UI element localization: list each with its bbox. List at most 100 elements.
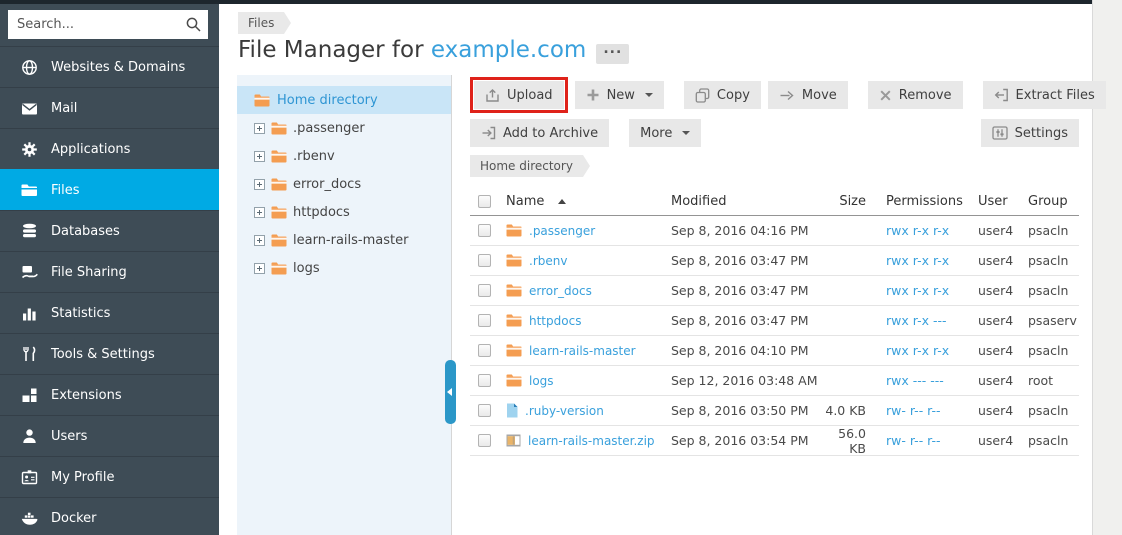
permissions-link[interactable]: rwx --- ---	[886, 373, 944, 388]
search-icon[interactable]	[185, 16, 202, 37]
select-all-checkbox[interactable]	[478, 195, 491, 208]
user-cell: user4	[970, 403, 1020, 418]
folder-icon	[506, 284, 522, 297]
file-name-link[interactable]: .passenger	[529, 224, 595, 238]
gear-icon	[20, 141, 38, 158]
permissions-link[interactable]: rwx r-x r-x	[886, 253, 949, 268]
row-checkbox[interactable]	[478, 344, 491, 357]
arrow-right-icon	[779, 89, 795, 102]
id-card-icon	[20, 469, 38, 485]
column-header-user[interactable]: User	[970, 194, 1020, 209]
modified-cell: Sep 8, 2016 03:47 PM	[671, 253, 821, 268]
new-button[interactable]: New	[575, 81, 664, 109]
domain-link[interactable]: example.com	[431, 37, 586, 63]
permissions-link[interactable]: rwx r-x r-x	[886, 283, 949, 298]
expand-plus-icon[interactable]	[254, 179, 265, 190]
extract-files-button[interactable]: Extract Files	[983, 81, 1106, 109]
file-name-link[interactable]: learn-rails-master	[529, 344, 636, 358]
sidebar-item-file-sharing[interactable]: File Sharing	[0, 251, 219, 292]
tree-item-passenger[interactable]: .passenger	[237, 114, 451, 142]
row-checkbox[interactable]	[478, 224, 491, 237]
permissions-link[interactable]: rwx r-x r-x	[886, 223, 949, 238]
row-checkbox[interactable]	[478, 314, 491, 327]
sidebar-item-docker[interactable]: Docker	[0, 497, 219, 535]
breadcrumb-files[interactable]: Files	[238, 12, 284, 34]
tree-item-home-directory[interactable]: Home directory	[237, 86, 451, 114]
sidebar-item-users[interactable]: Users	[0, 415, 219, 456]
file-name-link[interactable]: error_docs	[529, 284, 592, 298]
file-name-link[interactable]: .rbenv	[529, 254, 567, 268]
tree-item-logs[interactable]: logs	[237, 254, 451, 282]
settings-button[interactable]: Settings	[981, 119, 1079, 147]
column-header-name[interactable]: Name	[506, 194, 671, 209]
row-checkbox[interactable]	[478, 404, 491, 417]
file-name-link[interactable]: logs	[529, 374, 554, 388]
user-cell: user4	[970, 283, 1020, 298]
row-select-cell	[470, 374, 506, 387]
permissions-link[interactable]: rwx r-x r-x	[886, 343, 949, 358]
column-header-modified[interactable]: Modified	[671, 194, 821, 209]
tree-item-learn-rails-master[interactable]: learn-rails-master	[237, 226, 451, 254]
sidebar-item-label: Applications	[51, 142, 130, 157]
sidebar-item-mail[interactable]: Mail	[0, 87, 219, 128]
row-checkbox[interactable]	[478, 254, 491, 267]
sidebar-item-label: Users	[51, 429, 87, 444]
expand-plus-icon[interactable]	[254, 235, 265, 246]
chevron-down-icon	[645, 93, 653, 97]
group-cell: psacln	[1020, 283, 1076, 298]
folder-icon	[20, 183, 38, 197]
title-more-button[interactable]: ...	[596, 44, 629, 64]
add-to-archive-button[interactable]: Add to Archive	[470, 119, 609, 147]
sidebar-item-applications[interactable]: Applications	[0, 128, 219, 169]
permissions-cell: rwx r-x r-x	[878, 283, 970, 298]
permissions-link[interactable]: rw- r-- r--	[886, 403, 941, 418]
user-cell: user4	[970, 253, 1020, 268]
permissions-link[interactable]: rwx r-x ---	[886, 313, 947, 328]
file-name-link[interactable]: learn-rails-master.zip	[528, 434, 655, 448]
docker-whale-icon	[20, 511, 38, 526]
file-name-link[interactable]: .ruby-version	[525, 404, 604, 418]
zip-archive-icon	[506, 433, 521, 448]
more-button[interactable]: More	[629, 119, 701, 147]
remove-button[interactable]: Remove	[868, 81, 963, 109]
group-cell: psacln	[1020, 403, 1076, 418]
tree-item-error-docs[interactable]: error_docs	[237, 170, 451, 198]
group-cell: psacln	[1020, 253, 1076, 268]
sidebar-item-files[interactable]: Files	[0, 169, 219, 210]
folder-icon	[506, 344, 522, 357]
expand-plus-icon[interactable]	[254, 207, 265, 218]
row-checkbox[interactable]	[478, 374, 491, 387]
plesk-window: Websites & Domains Mail Applications Fil…	[0, 0, 1093, 535]
row-checkbox[interactable]	[478, 284, 491, 297]
sidebar-item-my-profile[interactable]: My Profile	[0, 456, 219, 497]
permissions-cell: rwx r-x r-x	[878, 253, 970, 268]
sidebar-item-websites-domains[interactable]: Websites & Domains	[0, 46, 219, 87]
row-checkbox[interactable]	[478, 434, 491, 447]
tree-item-httpdocs[interactable]: httpdocs	[237, 198, 451, 226]
sidebar-item-databases[interactable]: Databases	[0, 210, 219, 251]
sidebar-item-extensions[interactable]: Extensions	[0, 374, 219, 415]
column-header-size[interactable]: Size	[821, 194, 878, 209]
folder-icon	[271, 206, 287, 219]
sidebar-item-statistics[interactable]: Statistics	[0, 292, 219, 333]
user-cell: user4	[970, 433, 1020, 448]
new-label: New	[607, 88, 635, 103]
name-cell: .passenger	[506, 224, 671, 238]
move-button[interactable]: Move	[768, 81, 848, 109]
file-name-link[interactable]: httpdocs	[529, 314, 581, 328]
upload-button[interactable]: Upload	[474, 81, 564, 109]
sidebar-item-tools-settings[interactable]: Tools & Settings	[0, 333, 219, 374]
expand-plus-icon[interactable]	[254, 123, 265, 134]
expand-plus-icon[interactable]	[254, 151, 265, 162]
database-icon	[20, 223, 38, 239]
search-input[interactable]	[8, 10, 208, 39]
tree-collapse-handle[interactable]	[445, 360, 456, 424]
column-header-permissions[interactable]: Permissions	[878, 194, 970, 209]
folder-icon	[271, 122, 287, 135]
column-header-group[interactable]: Group	[1020, 194, 1076, 209]
expand-plus-icon[interactable]	[254, 263, 265, 274]
path-segment-home-directory[interactable]: Home directory	[470, 155, 583, 177]
tree-item-rbenv[interactable]: .rbenv	[237, 142, 451, 170]
permissions-link[interactable]: rw- r-- r--	[886, 433, 941, 448]
copy-button[interactable]: Copy	[684, 81, 761, 109]
